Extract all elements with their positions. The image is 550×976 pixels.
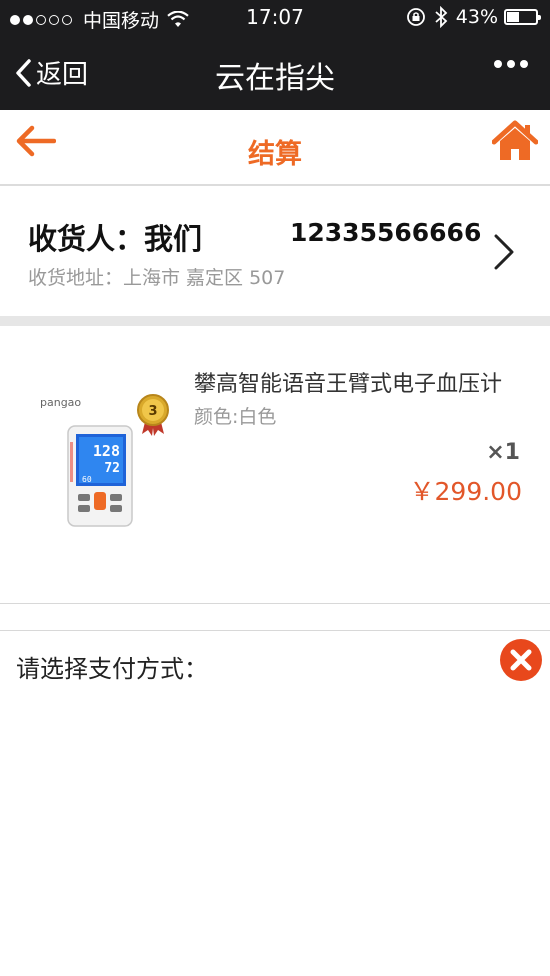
wechat-nav-bar: 返回 云在指尖 [0,36,550,110]
rotation-lock-icon [406,8,425,26]
warranty-badge-text: 3 [148,404,157,419]
payment-method-label: 请选择支付方式： [16,655,208,683]
product-image: pangao 3 128 72 60 [38,386,178,536]
warranty-badge-icon: 3 [137,394,169,436]
order-item: pangao 3 128 72 60 攀高智能语音王臂式电子血压计 颜色:白色 … [0,326,550,604]
page-header: 结算 [0,110,550,186]
product-price: ￥299.00 [409,477,522,506]
recipient-phone: 12335566666 [290,218,482,247]
bluetooth-icon [435,6,448,28]
close-circle-icon[interactable] [500,639,542,681]
chevron-right-icon [492,232,516,276]
home-icon[interactable] [491,120,539,166]
battery-icon [504,9,541,25]
nav-title: 云在指尖 [215,61,335,96]
status-right: 43% [406,6,541,28]
payment-method-section: 请选择支付方式： [0,631,550,976]
battery-percent: 43% [455,6,498,28]
screen-diastolic: 72 [104,461,120,476]
section-divider [0,316,550,326]
page-title: 结算 [248,139,302,170]
recipient-name: 收货人：我们 [28,222,203,256]
product-quantity: ×1 [486,440,520,465]
shipping-address-line: 收货地址：上海市 嘉定区 507 [28,267,286,289]
status-bar: 中国移动 17:07 43% [0,0,550,36]
product-brand-text: pangao [40,396,81,409]
screen-systolic: 128 [93,442,120,460]
product-attribute: 颜色:白色 [194,406,277,428]
screen-pulse: 60 [82,475,92,484]
product-name: 攀高智能语音王臂式电子血压计 [194,372,503,397]
more-dots-icon[interactable] [489,60,528,68]
shipping-address-card[interactable]: 收货人：我们 12335566666 收货地址：上海市 嘉定区 507 [0,188,550,316]
